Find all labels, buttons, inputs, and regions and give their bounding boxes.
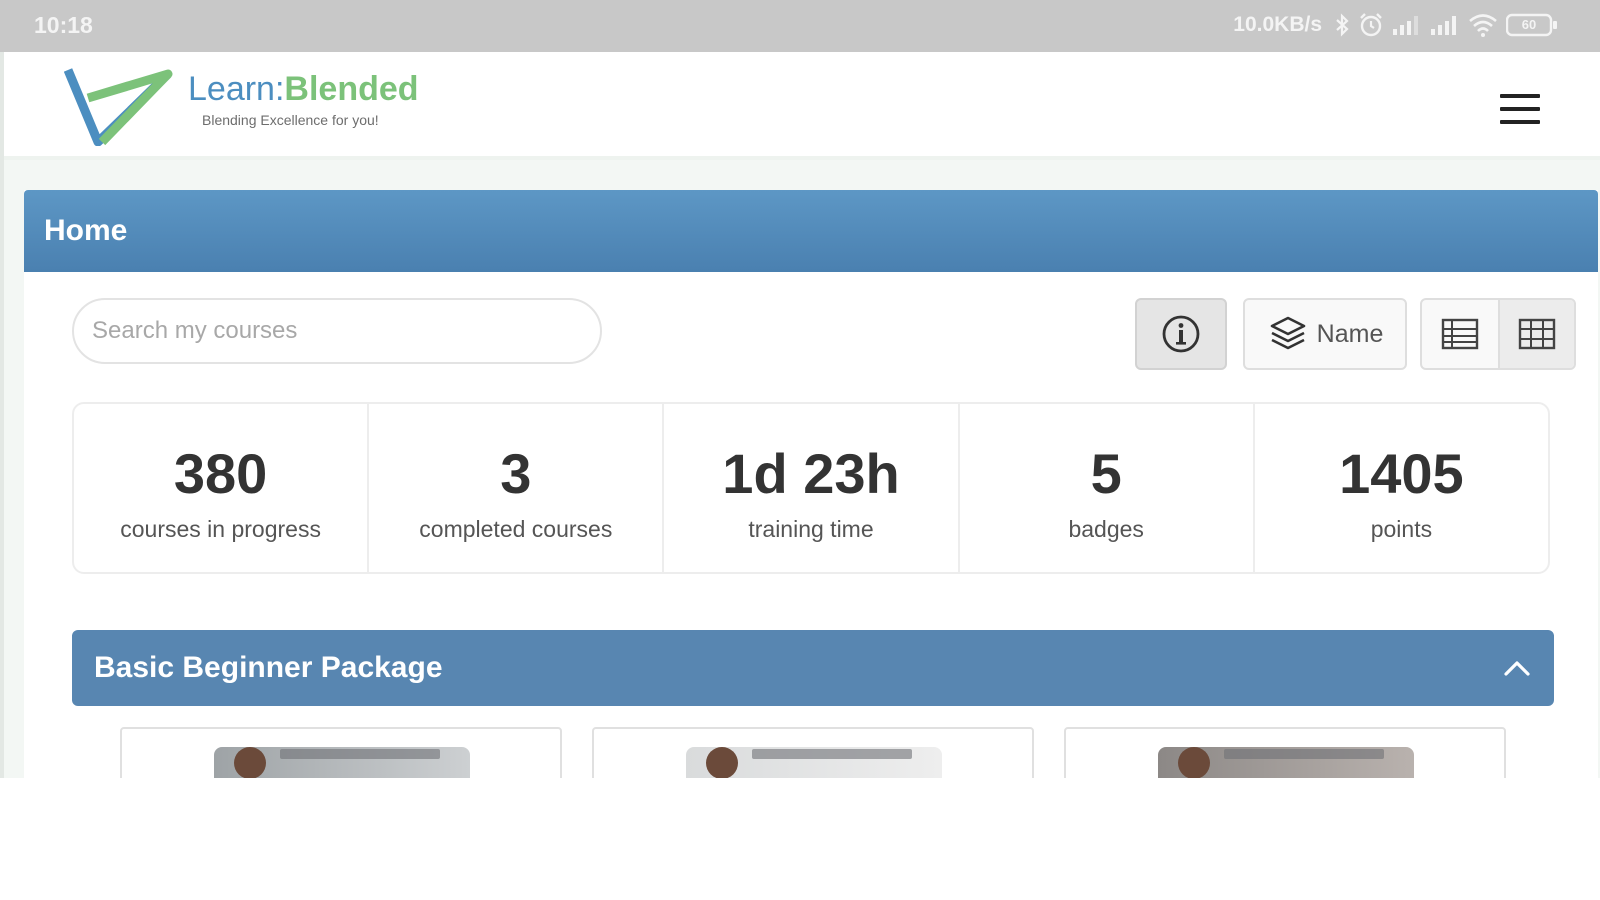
alarm-icon: [1358, 12, 1384, 38]
stat-value: 1405: [1339, 442, 1464, 505]
signal-icon: [1392, 14, 1422, 36]
sort-label: Name: [1316, 319, 1384, 348]
list-view-button[interactable]: [1422, 300, 1498, 368]
stat-completed-courses: 3 completed courses: [369, 404, 665, 572]
stats-panel: 380 courses in progress 3 completed cour…: [72, 402, 1550, 574]
hamburger-icon[interactable]: [1500, 94, 1540, 124]
package-header[interactable]: Basic Beginner Package: [72, 630, 1554, 706]
package-title: Basic Beginner Package: [94, 651, 443, 684]
stat-label: badges: [1068, 516, 1144, 542]
avatar: [1178, 747, 1210, 778]
thumbnail-caption: [280, 749, 440, 759]
logo-blended-text: Blended: [284, 70, 419, 108]
battery-icon: 60: [1506, 13, 1558, 37]
avatar: [706, 747, 738, 778]
sort-by-name-button[interactable]: Name: [1243, 298, 1407, 370]
search-input[interactable]: [72, 298, 602, 364]
app-container: Learn:Blended Blending Excellence for yo…: [0, 52, 1600, 778]
thumbnail-caption: [752, 749, 912, 759]
course-card[interactable]: [120, 727, 562, 778]
stat-label: training time: [748, 516, 874, 542]
logo-learn-text: Learn:: [188, 70, 285, 108]
course-card[interactable]: [592, 727, 1034, 778]
bluetooth-icon: [1334, 13, 1350, 37]
status-bar: 10:18 10.0KB/s 60: [0, 0, 1600, 52]
logo-mark-icon: [64, 68, 173, 146]
grid-view-button[interactable]: [1497, 300, 1574, 368]
status-time: 10:18: [34, 12, 93, 38]
avatar: [234, 747, 266, 778]
view-toggle-group: [1420, 298, 1576, 370]
stat-label: completed courses: [419, 516, 613, 542]
info-icon: [1162, 315, 1200, 353]
stat-value: 3: [500, 442, 532, 505]
stat-label: courses in progress: [120, 516, 321, 542]
course-thumbnail: [214, 747, 470, 778]
home-card: Home Name: [24, 190, 1598, 778]
stat-courses-in-progress: 380 courses in progress: [74, 404, 370, 572]
stat-badges: 5 badges: [960, 404, 1255, 572]
network-speed: 10.0KB/s: [1233, 13, 1322, 36]
info-button[interactable]: [1135, 298, 1227, 370]
logo[interactable]: Learn:Blended Blending Excellence for yo…: [64, 62, 444, 154]
stat-value: 1d 23h: [722, 442, 900, 505]
logo-wordmark: Learn:Blended: [188, 70, 419, 109]
layers-icon: [1270, 316, 1305, 350]
course-card[interactable]: [1064, 727, 1506, 778]
page-header: Home: [24, 190, 1598, 272]
stat-points: 1405 points: [1255, 404, 1548, 572]
course-thumbnail: [1158, 747, 1414, 778]
stat-training-time: 1d 23h training time: [664, 404, 960, 572]
wifi-icon: [1468, 13, 1498, 37]
stat-value: 380: [173, 442, 268, 505]
battery-level: 60: [1521, 17, 1537, 32]
chevron-up-icon[interactable]: [1502, 658, 1532, 678]
status-icons: 10.0KB/s 60: [1233, 10, 1558, 40]
stat-value: 5: [1090, 442, 1122, 505]
signal-icon: [1430, 14, 1460, 36]
page-title: Home: [44, 214, 128, 247]
app-header: Learn:Blended Blending Excellence for yo…: [4, 52, 1600, 160]
list-view-icon: [1441, 318, 1479, 350]
course-thumbnail: [686, 747, 942, 778]
logo-tagline: Blending Excellence for you!: [202, 112, 379, 128]
thumbnail-caption: [1224, 749, 1384, 759]
grid-view-icon: [1518, 318, 1556, 350]
stat-label: points: [1370, 516, 1433, 542]
